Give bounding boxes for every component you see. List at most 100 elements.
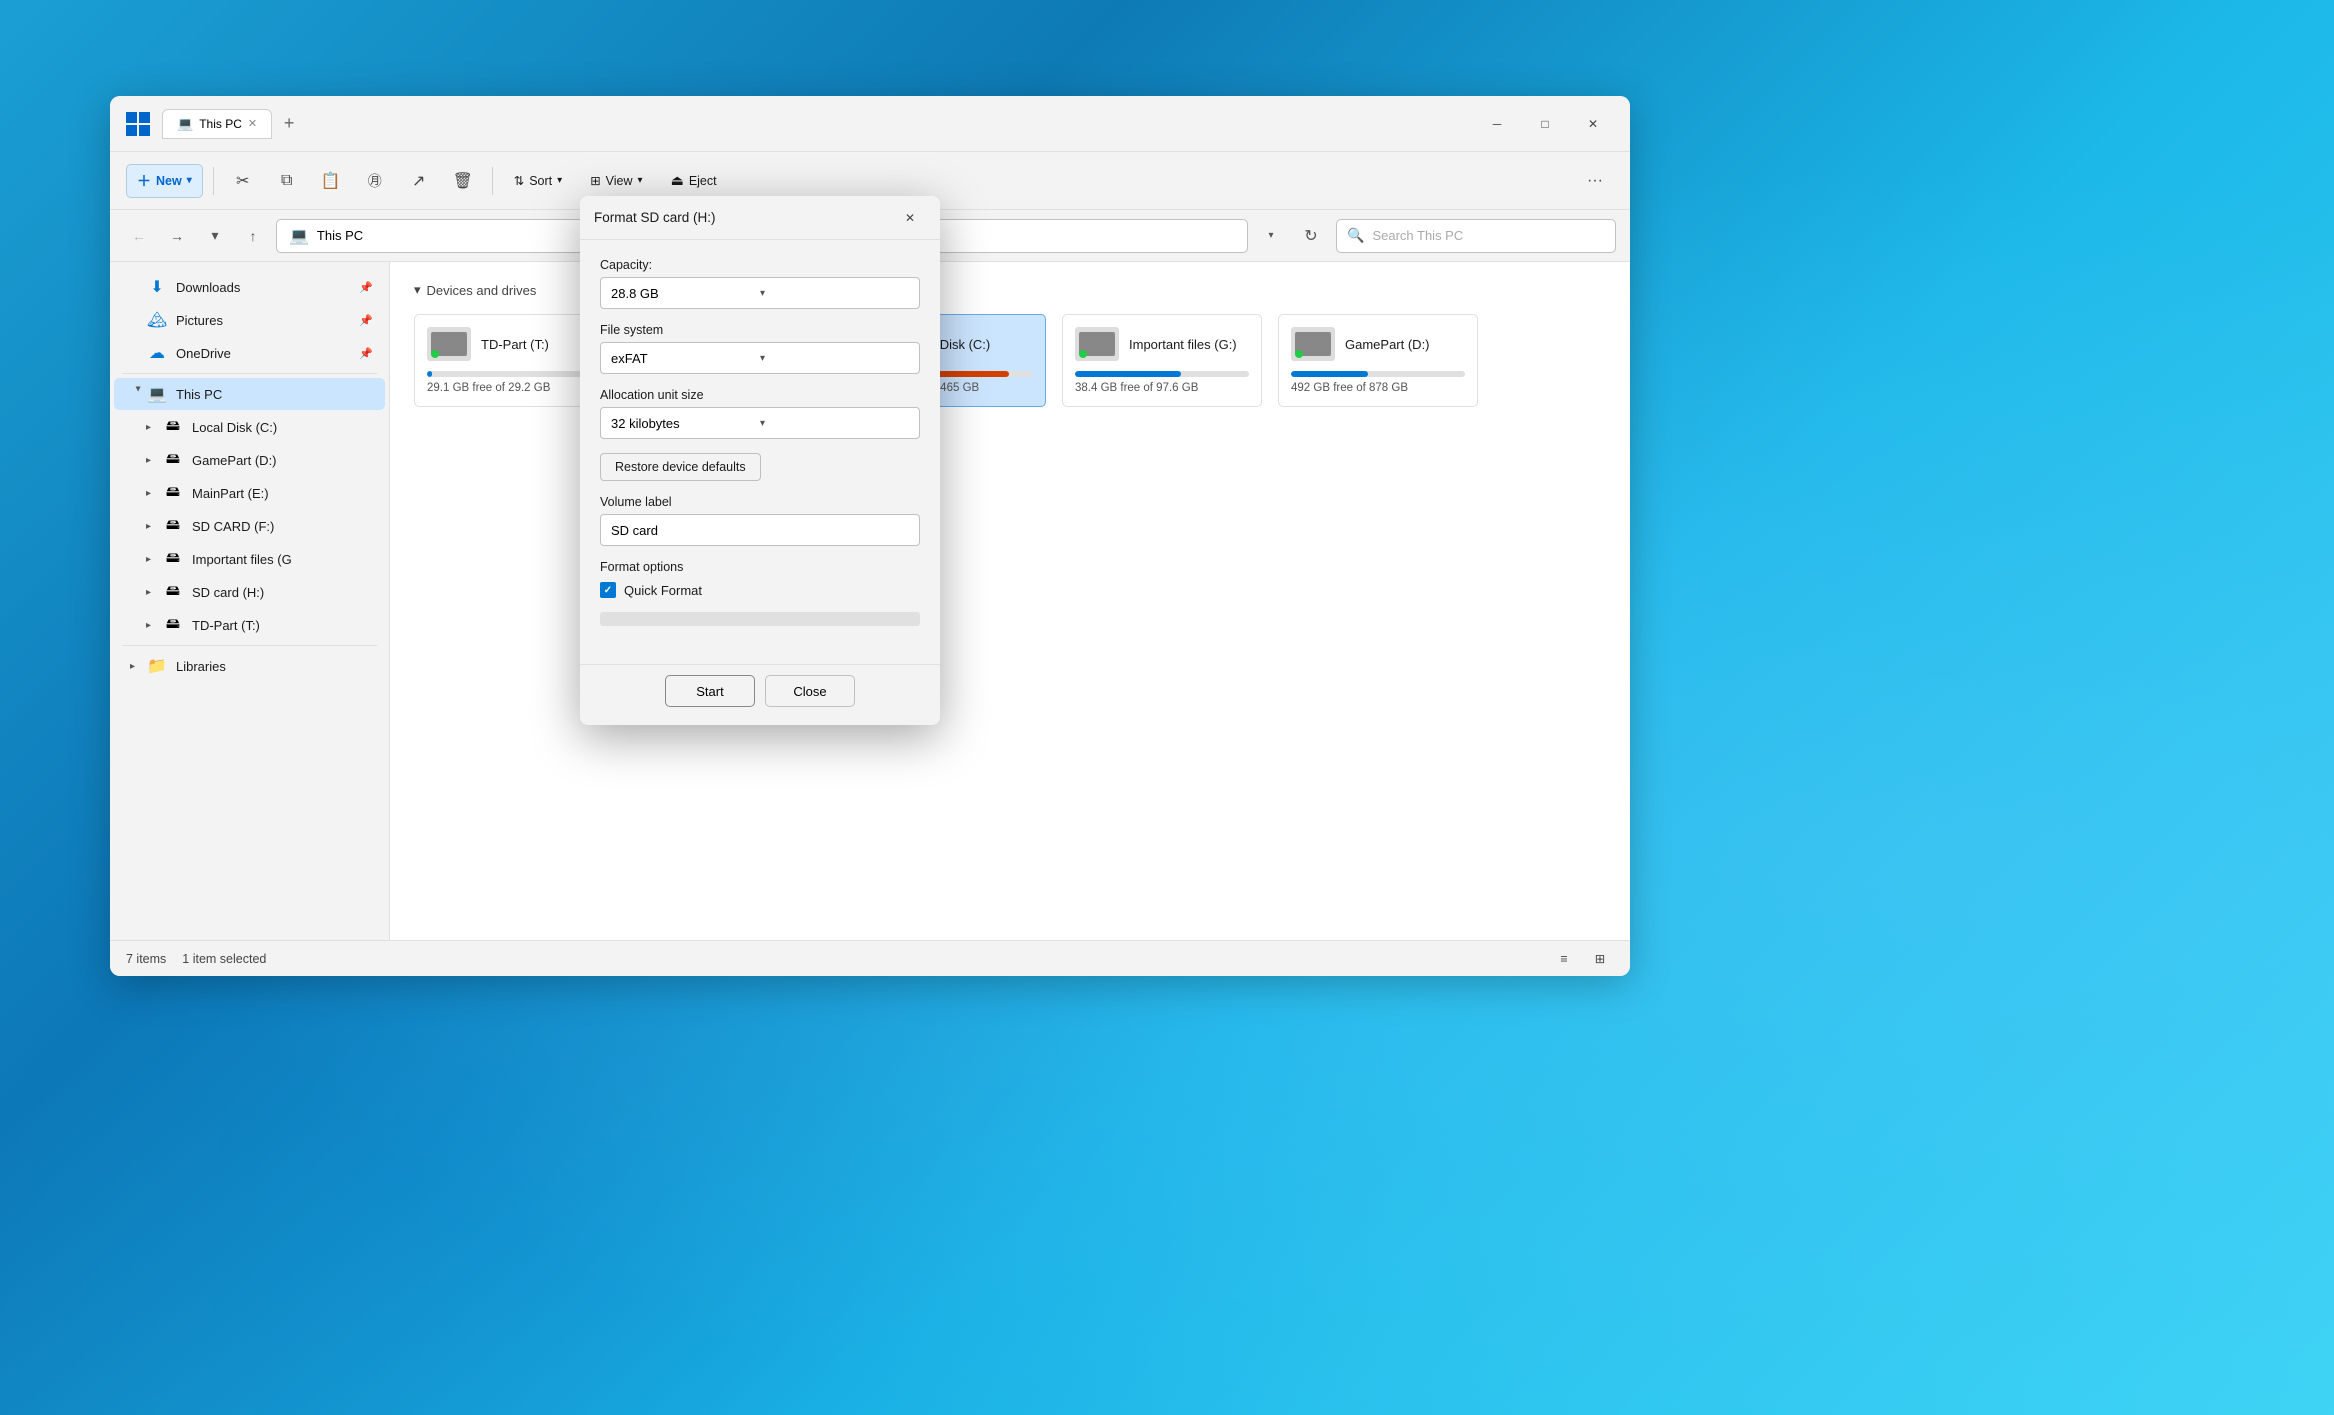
sidebar-item-label: GamePart (D:) bbox=[192, 453, 373, 468]
eject-button[interactable]: ⏏ Eject bbox=[660, 165, 728, 196]
new-tab-button[interactable]: + bbox=[274, 109, 304, 139]
sidebar: ⬇ Downloads 📌 🏔 Pictures 📌 ☁ OneDrive 📌 bbox=[110, 262, 390, 940]
drive-item-importg[interactable]: Important files (G:) 38.4 GB free of 97.… bbox=[1062, 314, 1262, 407]
start-button[interactable]: Start bbox=[665, 675, 755, 707]
sidebar-item-mainpart[interactable]: ▸ 🖴 MainPart (E:) bbox=[114, 477, 385, 509]
drive-name: TD-Part (T:) bbox=[481, 337, 549, 352]
drive-bar-bg bbox=[1075, 371, 1249, 377]
new-label: New bbox=[156, 174, 182, 188]
drive-bar-bg bbox=[1291, 371, 1465, 377]
tab-thispc[interactable]: 💻 This PC ✕ bbox=[162, 109, 272, 139]
more-options-button[interactable]: ··· bbox=[1576, 162, 1614, 200]
filesystem-label: File system bbox=[600, 323, 920, 337]
capacity-dropdown-icon: ▾ bbox=[760, 288, 909, 299]
chevron-icon: ▸ bbox=[146, 620, 162, 631]
drive-free-text: 29.1 GB free of 29.2 GB bbox=[427, 382, 601, 394]
sidebar-item-label: SD CARD (F:) bbox=[192, 519, 373, 534]
allocation-field: Allocation unit size 32 kilobytes ▾ bbox=[600, 388, 920, 439]
close-dialog-button[interactable]: Close bbox=[765, 675, 855, 707]
restore-defaults-button[interactable]: Restore device defaults bbox=[600, 453, 761, 481]
list-view-button[interactable]: ≡ bbox=[1550, 945, 1578, 973]
new-button[interactable]: ＋ New ▾ bbox=[126, 164, 203, 198]
drive-header: Important files (G:) bbox=[1075, 327, 1249, 361]
drive-bar-fill bbox=[427, 371, 432, 377]
drive-name: GamePart (D:) bbox=[1345, 337, 1430, 352]
chevron-icon: ▸ bbox=[146, 488, 162, 499]
drive-name: Important files (G:) bbox=[1129, 337, 1237, 352]
forward-button[interactable]: → bbox=[162, 221, 192, 251]
sidebar-item-pictures[interactable]: 🏔 Pictures 📌 bbox=[114, 304, 385, 336]
sidebar-item-localc[interactable]: ▸ 🖴 Local Disk (C:) bbox=[114, 411, 385, 443]
sidebar-item-gamepart[interactable]: ▸ 🖴 GamePart (D:) bbox=[114, 444, 385, 476]
sidebar-item-label: Libraries bbox=[176, 659, 373, 674]
sidebar-item-downloads[interactable]: ⬇ Downloads 📌 bbox=[114, 271, 385, 303]
capacity-select[interactable]: 28.8 GB ▾ bbox=[600, 277, 920, 309]
new-dropdown-icon: ▾ bbox=[187, 175, 192, 186]
dialog-close-button[interactable]: ✕ bbox=[894, 202, 926, 234]
view-button[interactable]: ⊞ View ▾ bbox=[579, 166, 653, 195]
drive-free-text: 38.4 GB free of 97.6 GB bbox=[1075, 382, 1249, 394]
tab-label: This PC bbox=[199, 117, 242, 131]
quick-format-checkbox[interactable]: ✓ bbox=[600, 582, 616, 598]
drive-free-text: 492 GB free of 878 GB bbox=[1291, 382, 1465, 394]
volume-label-text: Volume label bbox=[600, 495, 920, 509]
sidebar-item-sdcardh[interactable]: ▸ 🖴 SD card (H:) bbox=[114, 576, 385, 608]
address-dropdown-button[interactable]: ▾ bbox=[1256, 230, 1286, 241]
allocation-select[interactable]: 32 kilobytes ▾ bbox=[600, 407, 920, 439]
thispc-address-icon: 💻 bbox=[289, 226, 309, 246]
sidebar-item-label: SD card (H:) bbox=[192, 585, 373, 600]
search-bar[interactable]: 🔍 Search This PC bbox=[1336, 219, 1616, 253]
volume-label-input[interactable] bbox=[600, 514, 920, 546]
drive-bar-fill bbox=[1291, 371, 1368, 377]
drive-icon-importg bbox=[1075, 327, 1119, 361]
drive-item-gamepart[interactable]: GamePart (D:) 492 GB free of 878 GB bbox=[1278, 314, 1478, 407]
grid-view-button[interactable]: ⊞ bbox=[1586, 945, 1614, 973]
sort-button[interactable]: ⇅ Sort ▾ bbox=[503, 166, 573, 195]
dialog-title-bar: Format SD card (H:) ✕ bbox=[580, 196, 940, 240]
drive-icon-gamepart bbox=[1291, 327, 1335, 361]
close-button[interactable]: ✕ bbox=[1570, 106, 1616, 142]
progress-bar bbox=[600, 612, 920, 626]
chevron-down-icon: ▸ bbox=[133, 386, 144, 402]
minimize-button[interactable]: ─ bbox=[1474, 106, 1520, 142]
paste-button[interactable]: 📋 bbox=[312, 162, 350, 200]
disk-icon: 🖴 bbox=[162, 581, 184, 603]
maximize-button[interactable]: □ bbox=[1522, 106, 1568, 142]
sidebar-item-label: Pictures bbox=[176, 313, 359, 328]
drive-icon-tdpart bbox=[427, 327, 471, 361]
back-button[interactable]: ← bbox=[124, 221, 154, 251]
sidebar-item-importg[interactable]: ▸ 🖴 Important files (G bbox=[114, 543, 385, 575]
format-dialog: Format SD card (H:) ✕ Capacity: 28.8 GB … bbox=[580, 196, 940, 725]
cut-button[interactable]: ✂ bbox=[224, 162, 262, 200]
sidebar-item-onedrive[interactable]: ☁ OneDrive 📌 bbox=[114, 337, 385, 369]
eject-icon: ⏏ bbox=[671, 172, 684, 189]
allocation-label: Allocation unit size bbox=[600, 388, 920, 402]
sidebar-item-label: OneDrive bbox=[176, 346, 359, 361]
filesystem-dropdown-icon: ▾ bbox=[760, 353, 909, 364]
rename-button[interactable]: ㊊ bbox=[356, 162, 394, 200]
up-button[interactable]: ↑ bbox=[238, 221, 268, 251]
section-title: Devices and drives bbox=[427, 283, 537, 298]
tab-close-icon[interactable]: ✕ bbox=[248, 117, 257, 130]
delete-button[interactable]: 🗑 bbox=[444, 162, 482, 200]
sidebar-item-thispc[interactable]: ▸ 💻 This PC bbox=[114, 378, 385, 410]
recent-locations-button[interactable]: ▾ bbox=[200, 221, 230, 251]
sidebar-item-libraries[interactable]: ▸ 📁 Libraries bbox=[114, 650, 385, 682]
libraries-icon: 📁 bbox=[146, 655, 168, 677]
filesystem-select[interactable]: exFAT ▾ bbox=[600, 342, 920, 374]
pin-icon: 📌 bbox=[359, 314, 373, 327]
pin-icon: 📌 bbox=[359, 281, 373, 294]
sidebar-separator bbox=[122, 373, 377, 374]
refresh-button[interactable]: ↻ bbox=[1294, 219, 1328, 253]
window-icon bbox=[124, 110, 152, 138]
sidebar-item-label: TD-Part (T:) bbox=[192, 618, 373, 633]
copy-button[interactable]: ⧉ bbox=[268, 162, 306, 200]
checkmark-icon: ✓ bbox=[604, 585, 612, 596]
sidebar-item-sdcardf[interactable]: ▸ 🖴 SD CARD (F:) bbox=[114, 510, 385, 542]
disk-icon: 🖴 bbox=[162, 515, 184, 537]
address-text: This PC bbox=[317, 228, 363, 243]
thispc-icon: 💻 bbox=[146, 383, 168, 405]
sidebar-item-tdpart[interactable]: ▸ 🖴 TD-Part (T:) bbox=[114, 609, 385, 641]
chevron-icon: ▸ bbox=[146, 455, 162, 466]
share-button[interactable]: ↗ bbox=[400, 162, 438, 200]
